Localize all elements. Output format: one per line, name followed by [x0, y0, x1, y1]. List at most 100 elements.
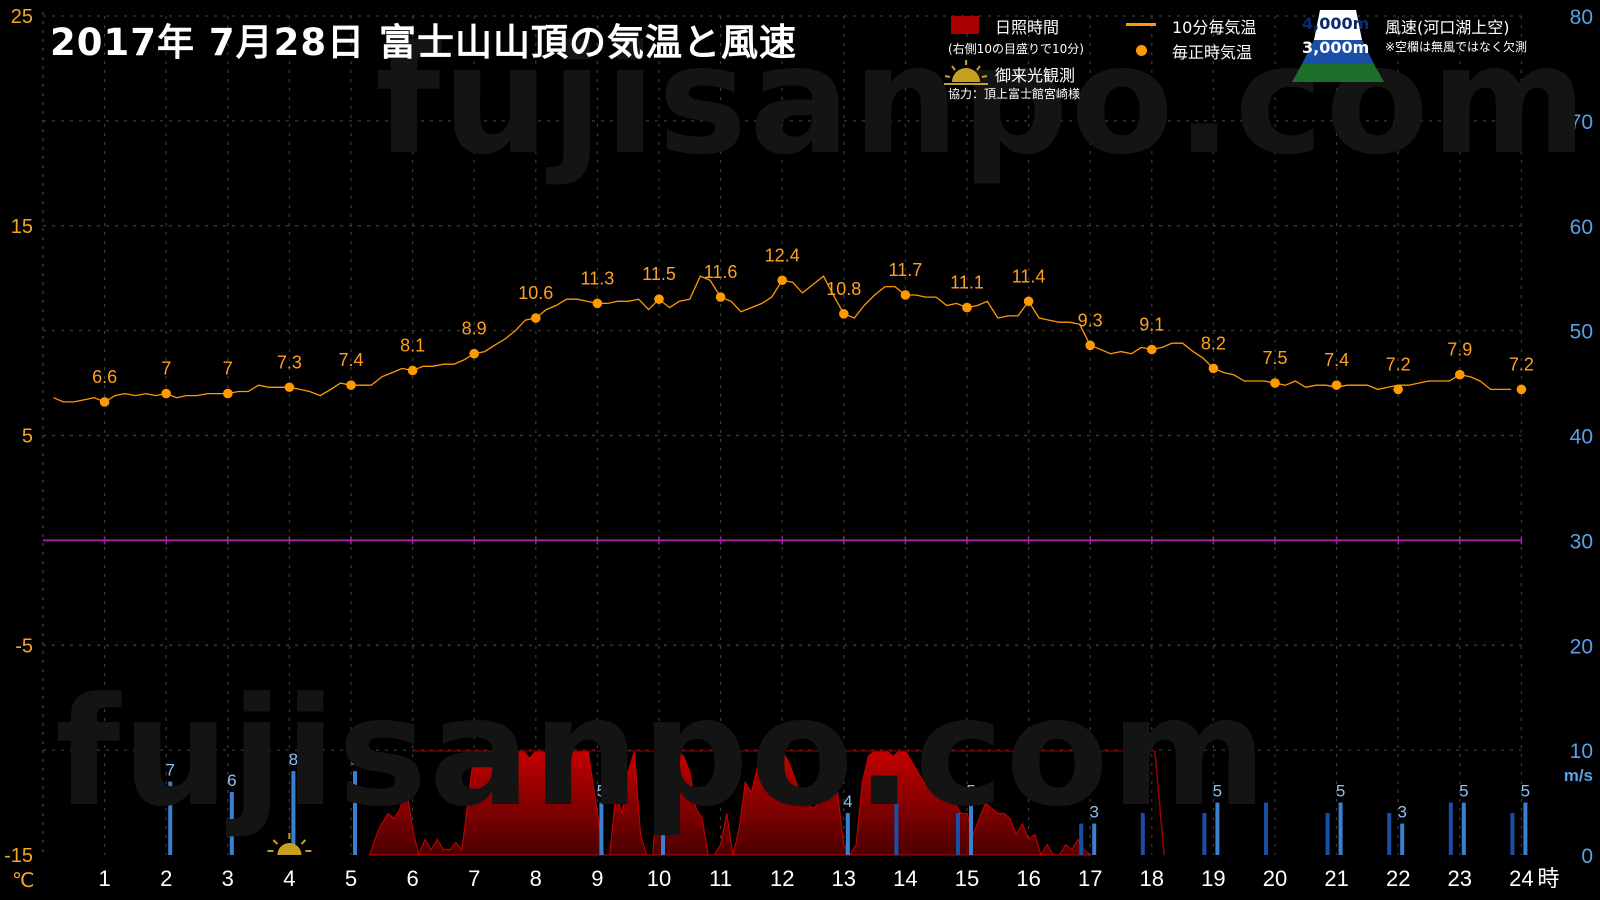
hourly-temp-label: 7.4: [338, 350, 363, 370]
hourly-temp-label: 11.7: [889, 260, 923, 280]
x-tick-label: 15: [955, 866, 979, 891]
hourly-temp-label: 11.6: [704, 262, 738, 282]
x-tick-label: 9: [591, 866, 603, 891]
x-tick-label: 1: [98, 866, 110, 891]
x-unit-label: 時: [1537, 867, 1559, 892]
hourly-temp-point: [1393, 384, 1403, 395]
x-tick-label: 12: [770, 866, 794, 891]
hourly-dot-swatch: [1136, 45, 1147, 56]
hourly-temp-label: 9.3: [1078, 310, 1103, 330]
hourly-temp-label: 7.2: [1509, 354, 1534, 374]
hourly-temp-point: [161, 388, 171, 399]
x-tick-label: 19: [1201, 866, 1225, 891]
temp10-swatch: [1126, 23, 1156, 26]
x-tick-label: 2: [160, 866, 172, 891]
y-right-tick-label: 0: [1581, 845, 1593, 868]
hourly-temp-point: [346, 380, 356, 390]
hourly-temp-label: 12.4: [765, 245, 800, 265]
hourly-temp-point: [715, 292, 726, 302]
x-tick-label: 17: [1078, 866, 1102, 891]
hourly-temp-label: 11.3: [581, 268, 615, 288]
legend-hourly-label: 毎正時気温: [1172, 43, 1253, 62]
hourly-temp-label: 6.6: [92, 367, 117, 387]
hourly-temp-point: [1331, 380, 1342, 390]
hourly-temp-label: 9.1: [1139, 315, 1164, 335]
x-tick-label: 6: [406, 866, 418, 891]
hourly-temp-label: 8.1: [400, 335, 425, 355]
wind-4000-label: 5: [1521, 782, 1530, 801]
x-tick-label: 18: [1140, 866, 1164, 891]
zero-line: [43, 536, 1523, 545]
legend-sunshine-label: 日照時間: [995, 18, 1060, 37]
wind-4000-bar: [1338, 802, 1343, 855]
hourly-temp-point: [962, 302, 972, 313]
hourly-temp-point: [1147, 344, 1157, 355]
wind-4000-bar: [1523, 802, 1528, 855]
x-tick-label: 22: [1386, 866, 1410, 891]
legend-credit: 協力：頂上富士館宮崎様: [948, 87, 1081, 101]
hourly-temp-point: [223, 388, 233, 399]
hourly-temp-point: [531, 313, 541, 323]
legend-alt3000: 3,000m: [1302, 38, 1370, 57]
hourly-temp-label: 11.5: [642, 264, 676, 284]
x-tick-label: 4: [283, 866, 295, 891]
sunrise-ray: [300, 839, 307, 845]
hourly-temp-point: [1085, 340, 1095, 351]
wind-4000-label: 5: [1459, 782, 1468, 801]
y-left-tick-label: 25: [11, 6, 33, 28]
hourly-temp-label: 7: [223, 359, 233, 379]
wind-4000-label: 5: [1336, 782, 1345, 801]
hourly-temp-label: 11.4: [1012, 266, 1046, 286]
hourly-temp-point: [1455, 369, 1465, 380]
hourly-temp-label: 10.8: [826, 279, 861, 299]
hourly-temp-label: 10.6: [518, 283, 553, 303]
legend-alt4000: 4,000m: [1302, 14, 1370, 33]
x-tick-label: 5: [345, 866, 357, 891]
x-tick-label: 14: [893, 866, 917, 891]
legend-sunshine-note: (右側10の目盛りで10分): [948, 42, 1084, 56]
legend-wind-label: 風速(河口湖上空): [1385, 18, 1510, 37]
x-tick-label: 16: [1016, 866, 1040, 891]
x-tick-label: 24: [1509, 866, 1533, 891]
legend-temp10-label: 10分毎気温: [1172, 18, 1257, 37]
temp-10min-line: [53, 275, 1511, 403]
wind-3000-bar: [1325, 813, 1330, 855]
hourly-temp-label: 7.4: [1324, 350, 1349, 370]
hourly-temp-label: 7.2: [1386, 354, 1411, 374]
hourly-temp-label: 8.9: [462, 319, 487, 339]
y-right-tick-label: 20: [1570, 635, 1593, 658]
wind-3000-bar: [1448, 802, 1453, 855]
y-left-unit: ℃: [12, 868, 34, 892]
y-left-tick-label: -15: [4, 845, 33, 867]
hourly-temp-label: 11.1: [950, 273, 984, 293]
wind-3000-bar: [1387, 813, 1392, 855]
y-right-tick-label: 10: [1570, 740, 1593, 763]
wind-4000-bar: [1461, 802, 1466, 855]
hourly-temp-point: [1023, 296, 1034, 307]
hourly-temp-point: [777, 275, 787, 286]
sunrise-sun-icon: [277, 843, 302, 855]
x-tick-label: 7: [468, 866, 480, 891]
hourly-temp-point: [1516, 384, 1527, 395]
x-tick-label: 11: [709, 866, 732, 891]
hourly-temp-point: [407, 365, 418, 376]
sunrise-ray: [272, 839, 279, 845]
x-tick-label: 3: [222, 866, 234, 891]
sunshine-swatch: [951, 16, 979, 34]
hourly-temp-point: [592, 298, 603, 309]
y-right-tick-label: 30: [1570, 530, 1593, 553]
x-tick-label: 21: [1324, 866, 1348, 891]
temperature-series: 6.6 7 7 7.3 7.4 8.1 8.9 10.6 11.3 11.5 11.6 12.4 10.…: [53, 245, 1534, 407]
y-left-tick-label: -5: [15, 635, 33, 657]
hourly-temp-label: 7: [161, 359, 171, 379]
y-right-tick-label: 50: [1570, 321, 1593, 344]
sunrise-legend-icon: [944, 60, 988, 85]
y-right-tick-label: 60: [1570, 216, 1593, 239]
y-left-tick-label: 15: [11, 216, 33, 238]
y-left-tick-label: 5: [22, 426, 33, 448]
x-tick-label: 20: [1263, 866, 1287, 891]
y-right-tick-label: 40: [1570, 426, 1593, 449]
hourly-temp-label: 8.2: [1201, 333, 1226, 353]
x-tick-label: 23: [1448, 866, 1472, 891]
hourly-temp-label: 7.3: [277, 352, 302, 372]
